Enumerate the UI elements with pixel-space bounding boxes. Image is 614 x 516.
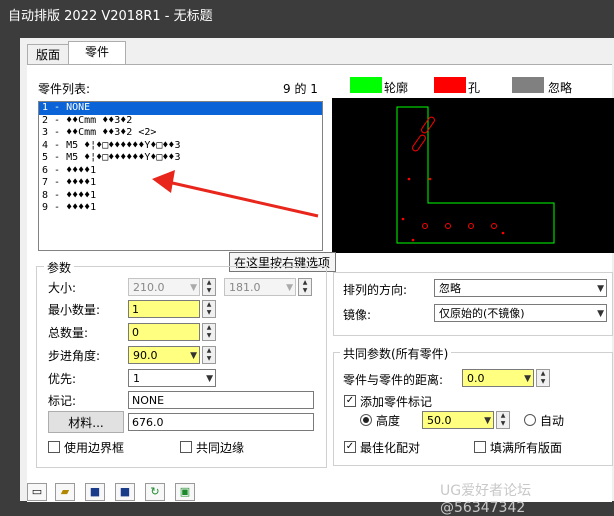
height-value: 50.0	[427, 414, 452, 427]
save-all-icon[interactable]: ■	[115, 483, 135, 501]
material-button[interactable]: 材料...	[48, 411, 124, 433]
priority-value: 1	[133, 372, 140, 385]
min-qty-spinner[interactable]: ▲ ▼	[202, 300, 216, 318]
part-drawing	[396, 106, 555, 244]
direction-label: 排列的方向:	[343, 283, 408, 297]
chevron-down-icon: ▼	[597, 309, 604, 319]
distance-label: 零件与零件的距离:	[343, 373, 444, 387]
chevron-down-icon: ▼	[190, 283, 197, 293]
distance-spinner[interactable]: ▲ ▼	[536, 369, 550, 387]
distance-value: 0.0	[467, 372, 485, 385]
total-qty-input[interactable]: 0	[128, 323, 200, 341]
chevron-down-icon: ▼	[190, 351, 197, 361]
fill-all-checkbox[interactable]	[474, 441, 486, 453]
step-angle-spinner[interactable]: ▲ ▼	[202, 346, 216, 364]
chevron-down-icon: ▼	[484, 416, 491, 426]
params-group-label: 参数	[44, 259, 75, 276]
priority-combo[interactable]: 1 ▼	[128, 369, 216, 387]
height-spinner[interactable]: ▲ ▼	[496, 411, 510, 429]
common-params-label: 共同参数(所有零件)	[340, 345, 452, 362]
part-preview[interactable]	[332, 98, 614, 253]
mirror-value: 仅原始的(不镜像)	[439, 307, 525, 320]
add-mark-checkbox[interactable]: ✓	[344, 395, 356, 407]
step-angle-combo[interactable]: 90.0 ▼	[128, 346, 200, 364]
best-fit-label: 最佳化配对	[360, 441, 421, 455]
height-radio[interactable]	[360, 414, 372, 426]
size-height-value: 181.0	[229, 281, 261, 294]
distance-combo[interactable]: 0.0 ▼	[462, 369, 534, 387]
size-width-combo[interactable]: 210.0 ▼	[128, 278, 200, 296]
open-file-icon[interactable]: ▰	[55, 483, 75, 501]
total-qty-label: 总数量:	[48, 326, 89, 340]
direction-value: 忽略	[439, 282, 461, 295]
step-angle-label: 步进角度:	[48, 349, 101, 363]
use-border-checkbox[interactable]	[48, 441, 60, 453]
height-combo[interactable]: 50.0 ▼	[422, 411, 494, 429]
size-width-value: 210.0	[133, 281, 165, 294]
watermark: UG爱好者论坛@56347342	[440, 483, 532, 516]
use-border-label: 使用边界框	[64, 441, 125, 455]
step-angle-value: 90.0	[133, 349, 158, 362]
mirror-combo[interactable]: 仅原始的(不镜像) ▼	[434, 304, 607, 322]
auto-radio[interactable]	[524, 414, 536, 426]
export-icon[interactable]: ▣	[175, 483, 195, 501]
min-qty-label: 最小数量:	[48, 303, 101, 317]
common-edge-checkbox[interactable]	[180, 441, 192, 453]
new-file-icon[interactable]: ▭	[27, 483, 47, 501]
auto-label: 自动	[540, 414, 565, 428]
chevron-down-icon: ▼	[206, 374, 213, 384]
best-fit-checkbox[interactable]: ✓	[344, 441, 356, 453]
height-label: 高度	[376, 414, 401, 428]
total-qty-spinner[interactable]: ▲ ▼	[202, 323, 216, 341]
direction-combo[interactable]: 忽略 ▼	[434, 279, 607, 297]
size-width-spinner[interactable]: ▲ ▼	[202, 278, 216, 296]
size-height-spinner[interactable]: ▲ ▼	[298, 278, 312, 296]
params-group	[36, 266, 327, 468]
common-edge-label: 共同边缘	[196, 441, 245, 455]
priority-label: 优先:	[48, 372, 77, 386]
chevron-down-icon: ▼	[597, 284, 604, 294]
mark-label: 标记:	[48, 394, 77, 408]
size-label: 大小:	[48, 281, 77, 295]
min-qty-input[interactable]: 1	[128, 300, 200, 318]
chevron-down-icon: ▼	[286, 283, 293, 293]
save-icon[interactable]: ■	[85, 483, 105, 501]
size-height-combo[interactable]: 181.0 ▼	[224, 278, 296, 296]
material-value: 676.0	[128, 413, 314, 431]
mirror-label: 镜像:	[343, 308, 372, 322]
fill-all-label: 填满所有版面	[490, 441, 563, 455]
chevron-down-icon: ▼	[524, 374, 531, 384]
add-mark-label: 添加零件标记	[360, 395, 433, 409]
mark-input[interactable]: NONE	[128, 391, 314, 409]
refresh-icon[interactable]: ↻	[145, 483, 165, 501]
